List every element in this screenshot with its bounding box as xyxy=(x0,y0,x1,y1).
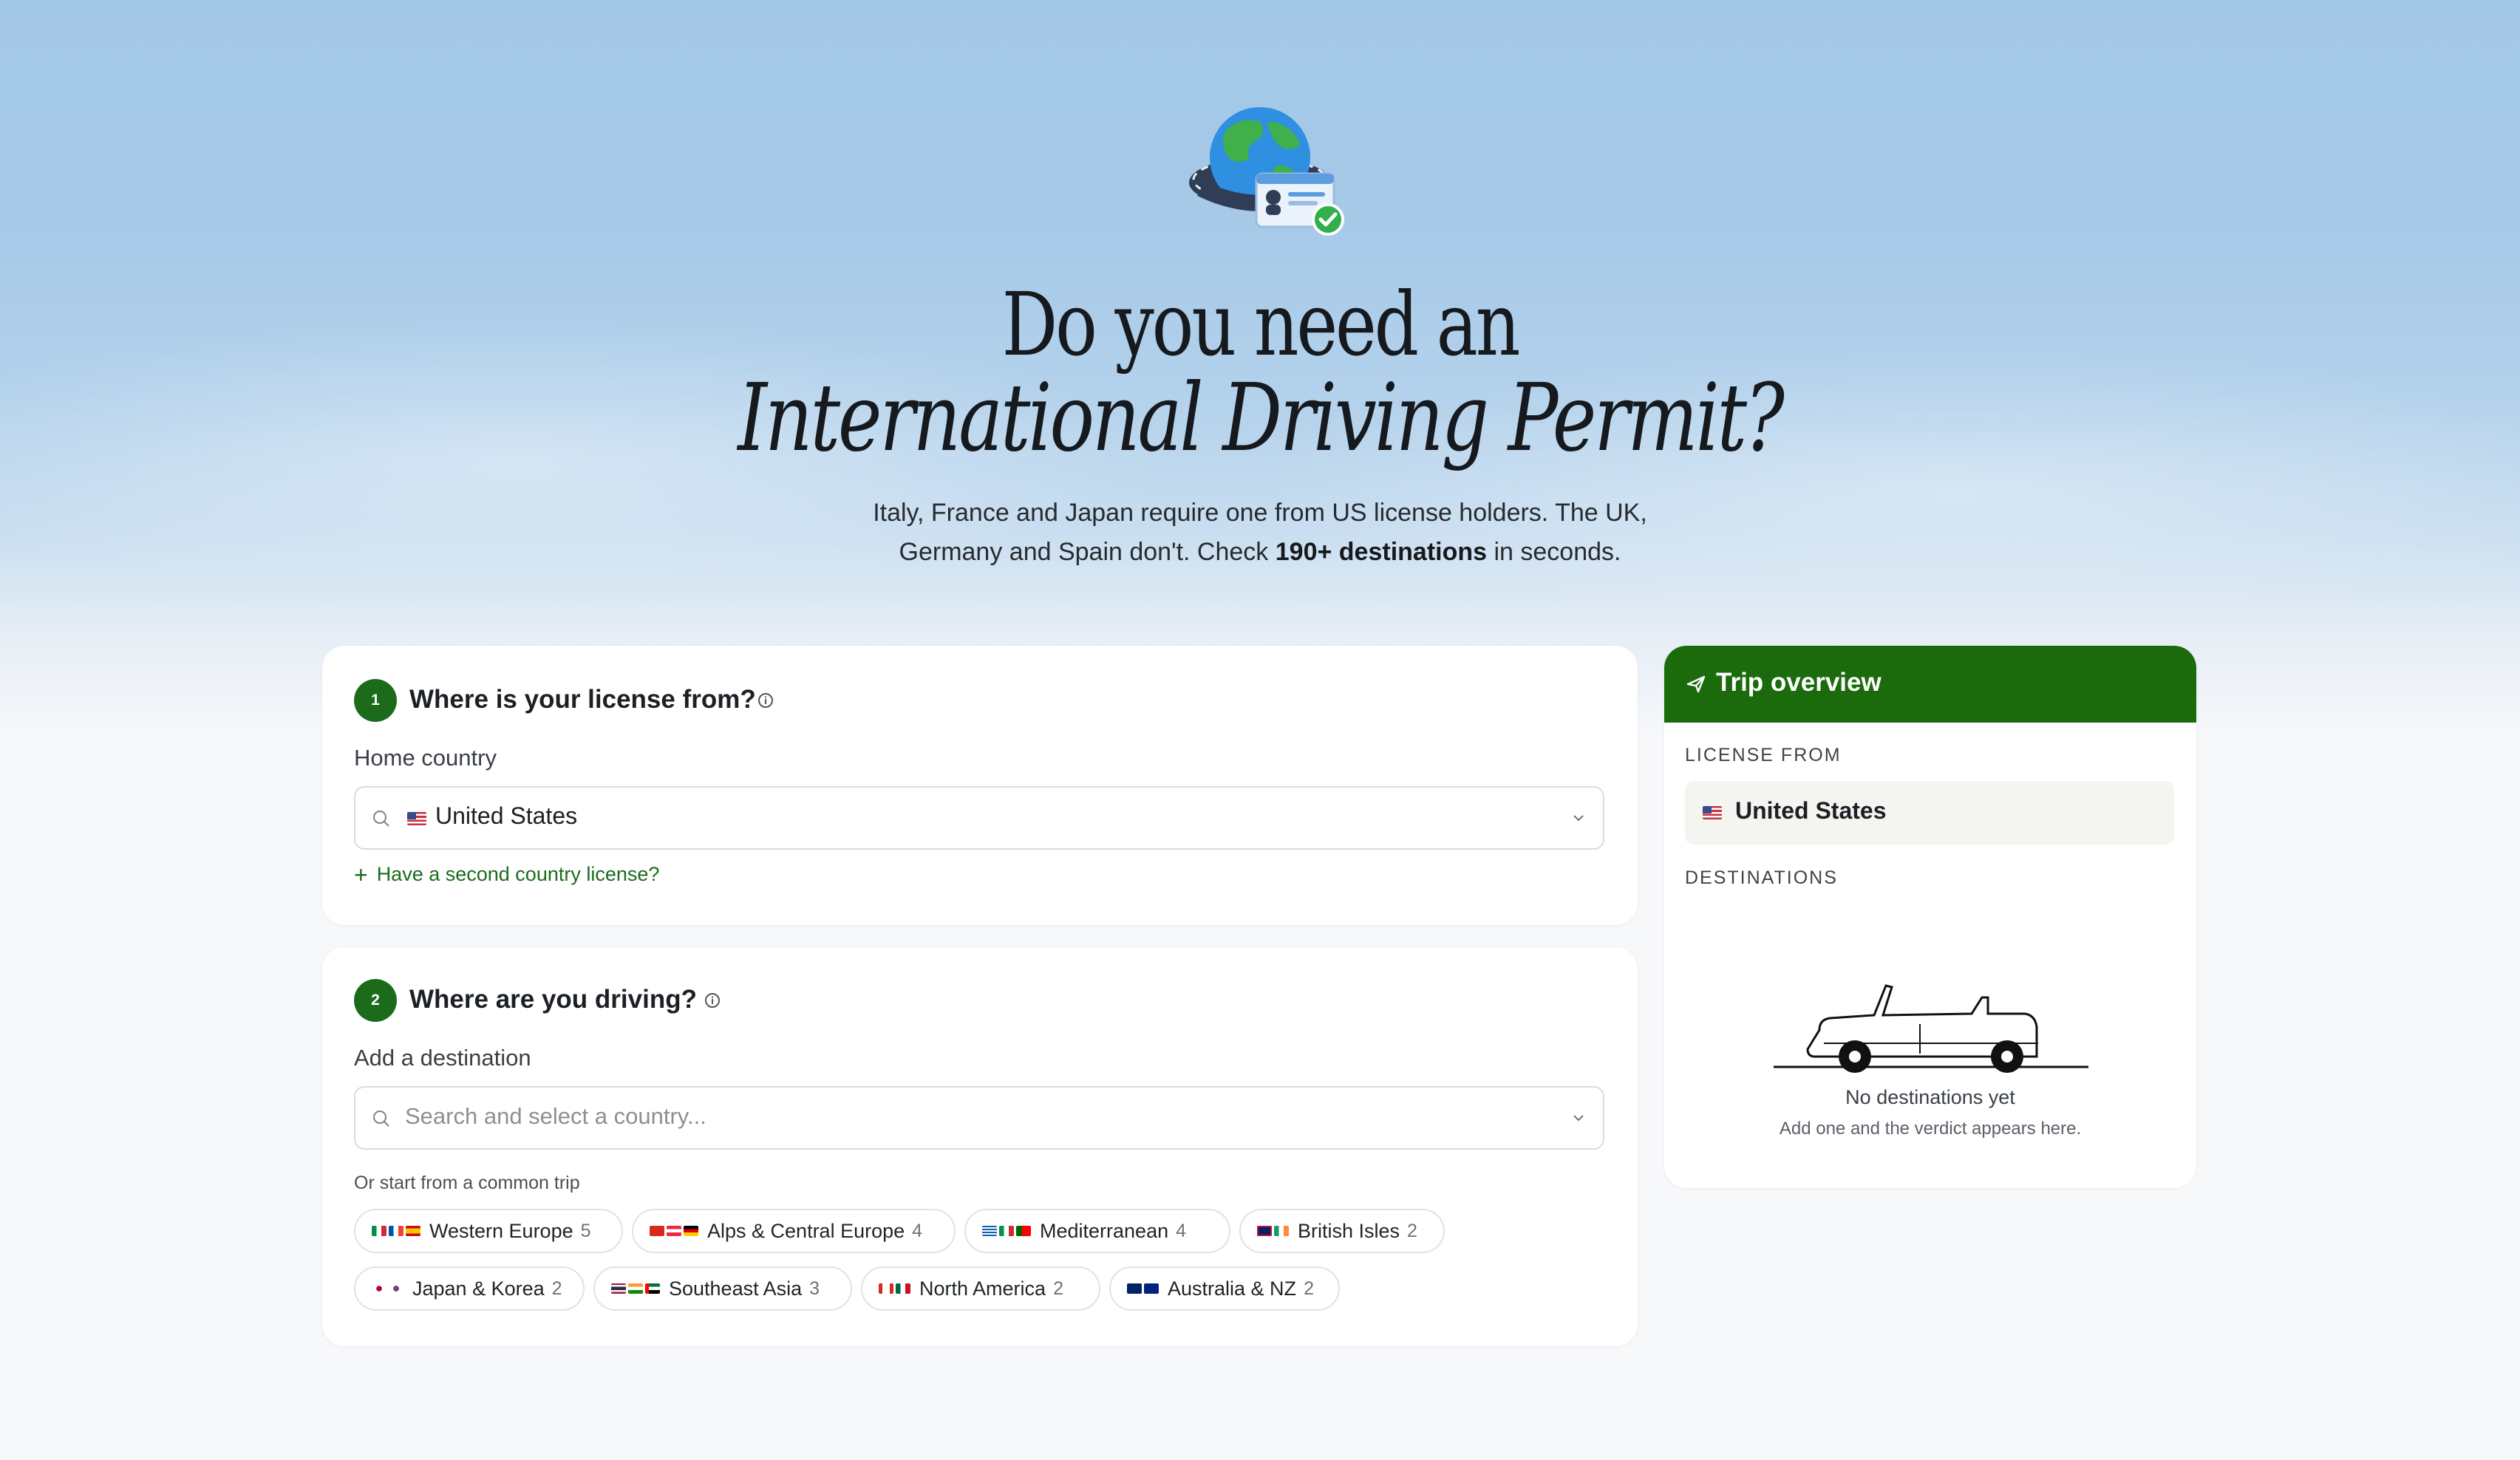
page-title-line1: Do you need an xyxy=(1001,273,1521,375)
search-icon xyxy=(373,811,389,827)
license-from-label: LICENSE FROM xyxy=(1685,745,1842,765)
info-icon[interactable] xyxy=(704,992,721,1009)
license-from-value: United States xyxy=(1735,797,1887,824)
us-flag-icon xyxy=(407,812,426,825)
license-origin-card: 1 Where is your license from? Home count… xyxy=(322,646,1638,925)
flags-icon xyxy=(650,1226,698,1236)
destination-card: 2 Where are you driving? Add a destinati… xyxy=(322,947,1638,1346)
license-card-title: Where is your license from? xyxy=(409,685,756,714)
us-flag-icon xyxy=(1703,806,1722,819)
destination-card-title: Where are you driving? xyxy=(409,985,697,1014)
trip-overview-panel: Trip overview LICENSE FROM United States… xyxy=(1664,646,2196,1188)
empty-state-title: No destinations yet xyxy=(1845,1086,2015,1108)
destination-search-select[interactable]: Search and select a country... xyxy=(354,1086,1604,1150)
info-icon[interactable] xyxy=(757,692,774,709)
trip-chip-southeast-asia[interactable]: Southeast Asia 3 xyxy=(593,1266,852,1311)
home-country-select[interactable]: United States xyxy=(354,786,1604,850)
trip-overview-header: Trip overview xyxy=(1664,646,2196,723)
car-illustration-icon xyxy=(1774,984,2088,1073)
trip-chip-alps-central-europe[interactable]: Alps & Central Europe 4 xyxy=(632,1209,956,1253)
home-country-label: Home country xyxy=(354,745,497,771)
trip-chip-mediterranean[interactable]: Mediterranean 4 xyxy=(964,1209,1230,1253)
flags-icon xyxy=(372,1283,403,1294)
page-subtitle: Italy, France and Japan require one from… xyxy=(873,499,1647,566)
flags-icon xyxy=(982,1226,1031,1236)
plus-icon: + xyxy=(354,861,368,888)
trip-chip-north-america[interactable]: North America 2 xyxy=(861,1266,1100,1311)
plane-icon xyxy=(1686,675,1706,693)
step-badge: 1 xyxy=(354,679,397,722)
add-destination-label: Add a destination xyxy=(354,1045,531,1071)
trip-chip-australia-nz[interactable]: Australia & NZ 2 xyxy=(1109,1266,1340,1311)
flags-icon xyxy=(1257,1226,1289,1236)
page-title-line2: International Driving Permit? xyxy=(738,364,1785,472)
search-icon xyxy=(373,1111,389,1127)
flags-icon xyxy=(879,1283,910,1294)
trip-chip-british-isles[interactable]: British Isles 2 xyxy=(1239,1209,1445,1253)
destination-placeholder: Search and select a country... xyxy=(405,1103,706,1129)
add-second-license-link[interactable]: + Have a second country license? xyxy=(354,861,659,888)
flags-icon xyxy=(372,1226,420,1236)
selected-country: United States xyxy=(435,802,578,829)
trip-chip-western-europe[interactable]: Western Europe 5 xyxy=(354,1209,623,1253)
chevron-down-icon xyxy=(1573,815,1584,822)
chevron-down-icon xyxy=(1573,1115,1584,1122)
step-badge: 2 xyxy=(354,979,397,1022)
license-from-box: United States xyxy=(1685,781,2174,845)
flags-icon xyxy=(611,1283,660,1294)
empty-state-subtitle: Add one and the verdict appears here. xyxy=(1779,1119,2082,1139)
flags-icon xyxy=(1127,1283,1159,1294)
common-trips-label: Or start from a common trip xyxy=(354,1173,580,1193)
trip-overview-title: Trip overview xyxy=(1716,668,1882,697)
trip-chip-japan-korea[interactable]: Japan & Korea 2 xyxy=(354,1266,585,1311)
destinations-label: DESTINATIONS xyxy=(1685,867,1838,888)
globe-license-icon xyxy=(1189,107,1344,236)
